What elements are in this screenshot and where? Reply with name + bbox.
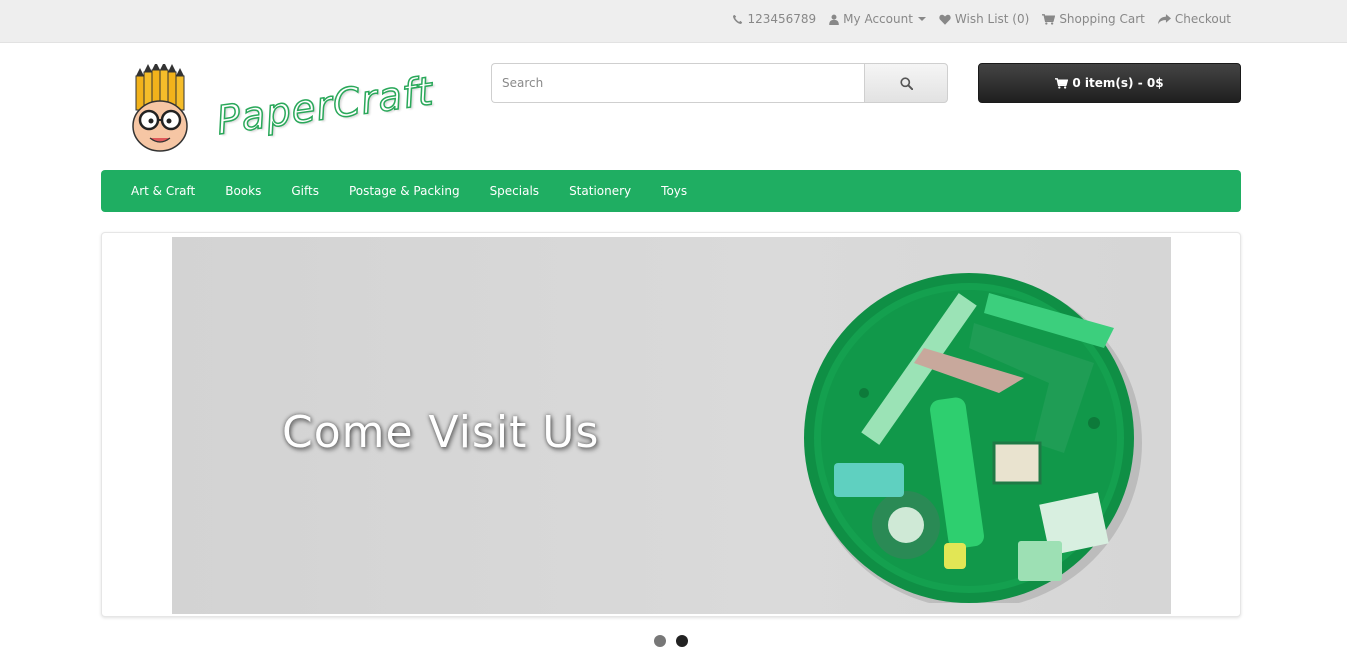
search-button[interactable] [864, 63, 948, 103]
green-tray-image [804, 273, 1142, 603]
shopping-cart-label: Shopping Cart [1059, 12, 1145, 26]
checkout-link[interactable]: Checkout [1157, 11, 1231, 27]
top-bar: 123456789 My Account Wish List (0) Shopp… [0, 0, 1347, 43]
top-links: 123456789 My Account Wish List (0) Shopp… [719, 11, 1231, 27]
slide-dot-1[interactable] [654, 635, 666, 647]
my-account-label: My Account [843, 12, 913, 26]
nav-item-stationery[interactable]: Stationery [554, 170, 646, 212]
main-nav: Art & Craft Books Gifts Postage & Packin… [101, 170, 1241, 212]
logo-text: PaperCraft [213, 68, 437, 144]
heart-icon [939, 14, 951, 25]
phone-link[interactable]: 123456789 [732, 11, 816, 27]
my-account-link[interactable]: My Account [829, 11, 926, 27]
slideshow-pagination [654, 635, 688, 647]
chevron-down-icon [917, 17, 926, 21]
phone-number: 123456789 [747, 12, 817, 26]
nav-item-art-craft[interactable]: Art & Craft [116, 170, 210, 212]
user-icon [829, 14, 839, 25]
search-bar [491, 63, 948, 103]
phone-icon [733, 14, 743, 24]
slide-title: Come Visit Us [282, 407, 600, 458]
logo-mascot-image [132, 64, 188, 152]
search-icon [899, 76, 913, 90]
wish-list-label: Wish List (0) [954, 12, 1030, 26]
shopping-cart-link[interactable]: Shopping Cart [1042, 11, 1145, 27]
site-logo[interactable]: PaperCraft [128, 62, 458, 154]
slide-dot-2[interactable] [676, 635, 688, 647]
nav-item-specials[interactable]: Specials [475, 170, 555, 212]
slideshow: Come Visit Us [101, 232, 1241, 617]
slide-banner-image[interactable]: Come Visit Us [172, 237, 1171, 614]
cart-icon [1055, 77, 1069, 89]
nav-item-toys[interactable]: Toys [646, 170, 702, 212]
nav-item-books[interactable]: Books [210, 170, 276, 212]
cart-icon [1042, 13, 1056, 25]
cart-label: 0 item(s) - 0$ [1072, 76, 1164, 90]
share-icon [1157, 13, 1171, 24]
nav-item-postage-packing[interactable]: Postage & Packing [334, 170, 475, 212]
wish-list-link[interactable]: Wish List (0) [939, 11, 1029, 27]
search-input[interactable] [491, 63, 864, 103]
nav-item-gifts[interactable]: Gifts [276, 170, 334, 212]
cart-button[interactable]: 0 item(s) - 0$ [978, 63, 1241, 103]
checkout-label: Checkout [1174, 12, 1231, 26]
